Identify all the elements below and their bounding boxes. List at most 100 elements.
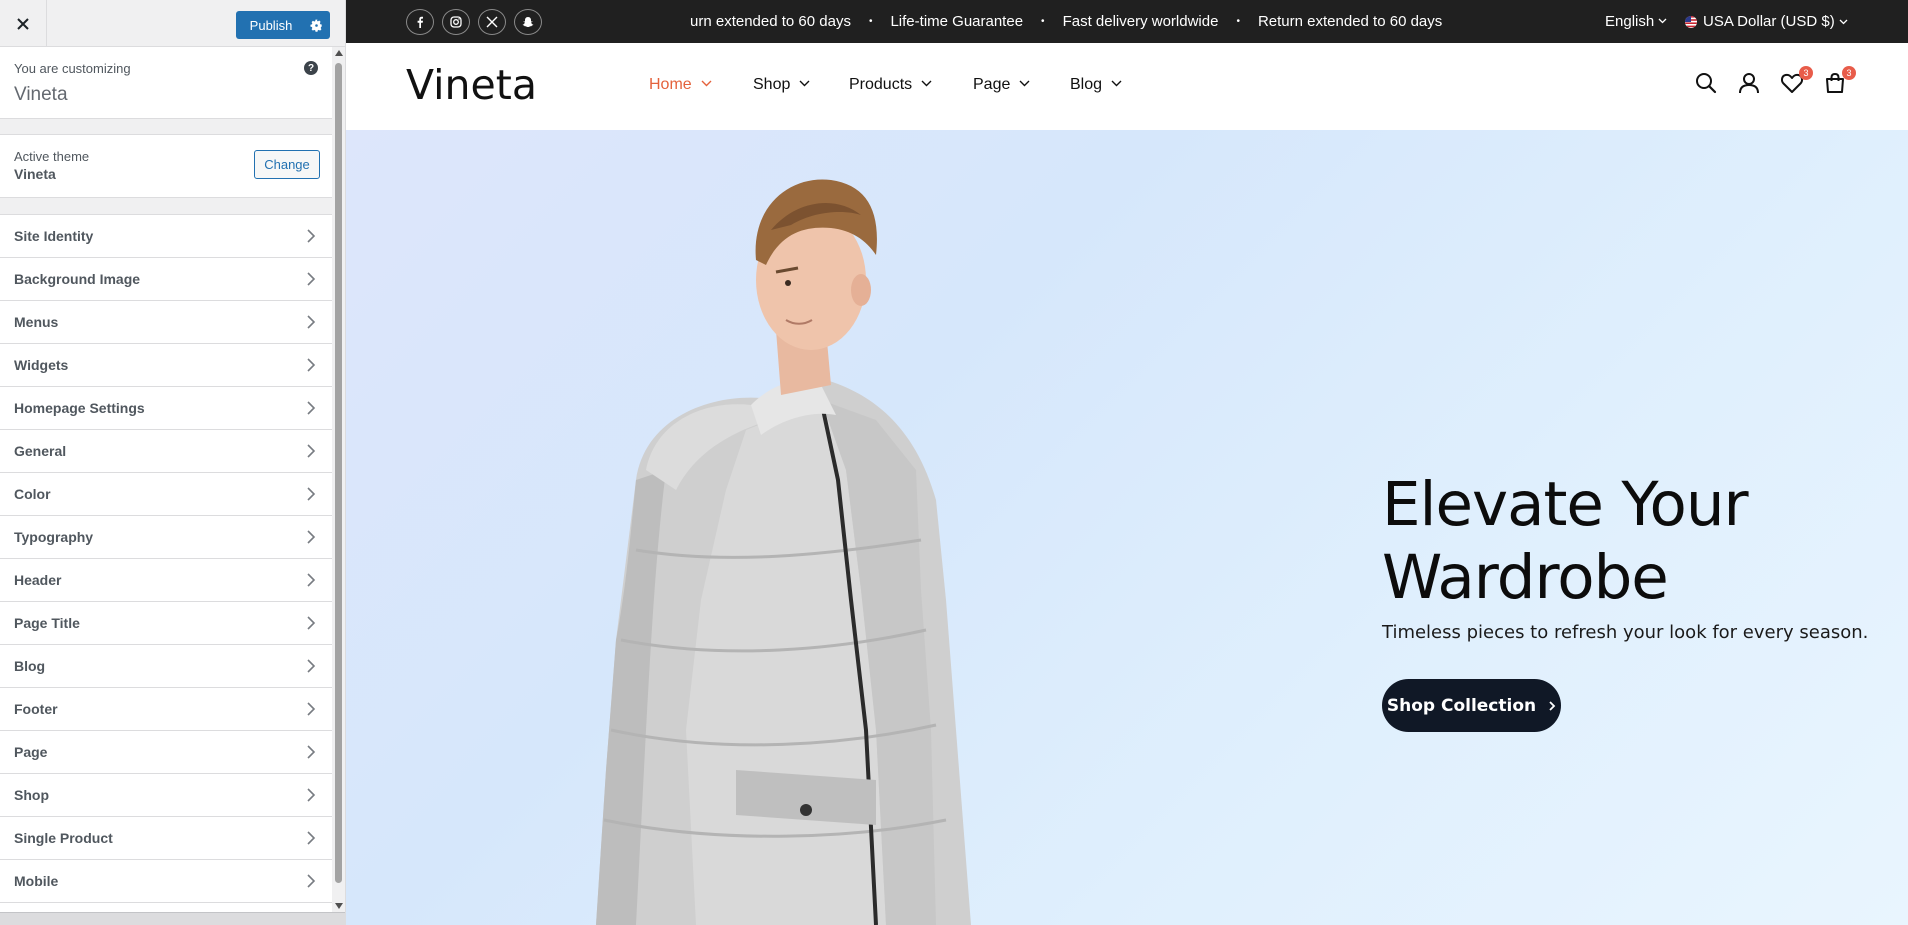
user-icon (1739, 73, 1759, 94)
section-widgets[interactable]: Widgets (0, 343, 332, 386)
chevron-down-icon (1839, 19, 1848, 24)
section-single-product[interactable]: Single Product (0, 816, 332, 859)
chevron-right-icon (307, 745, 316, 759)
facebook-link[interactable] (406, 9, 434, 35)
hero-banner: Elevate Your Wardrobe Timeless pieces to… (346, 130, 1908, 925)
marquee-dot: • (1041, 16, 1045, 27)
marquee-track: urn extended to 60 days • Life-time Guaran… (690, 13, 1442, 30)
site-header: Vineta Home Shop Products Page Blog 3 3 (346, 43, 1908, 130)
nav-label: Page (973, 76, 1011, 93)
publish-label: Publish (249, 17, 293, 33)
chevron-right-icon (307, 702, 316, 716)
marquee-item: urn extended to 60 days (690, 13, 851, 30)
chevron-right-icon (307, 401, 316, 415)
section-blog[interactable]: Blog (0, 644, 332, 687)
close-customizer-button[interactable] (0, 0, 47, 47)
section-label: Widgets (14, 357, 69, 373)
section-site-identity[interactable]: Site Identity (0, 214, 332, 257)
account-button[interactable] (1737, 71, 1763, 97)
scroll-up-icon[interactable] (335, 50, 343, 56)
x-icon (486, 16, 498, 28)
chevron-right-icon (307, 788, 316, 802)
customizer-footer (0, 912, 345, 925)
search-button[interactable] (1694, 71, 1720, 97)
cart-button[interactable]: 3 (1823, 66, 1856, 97)
section-typography[interactable]: Typography (0, 515, 332, 558)
hero-title: Elevate Your Wardrobe (1382, 468, 1749, 614)
facebook-icon (417, 16, 423, 28)
section-label: Blog (14, 658, 46, 674)
chevron-right-icon (307, 616, 316, 630)
chevron-right-icon (307, 444, 316, 458)
chevron-right-icon (307, 358, 316, 372)
publish-settings-button[interactable] (302, 11, 330, 39)
chevron-right-icon (307, 272, 316, 286)
change-theme-button[interactable]: Change (254, 150, 320, 179)
section-more[interactable] (0, 902, 332, 912)
nav-shop[interactable]: Shop (753, 76, 810, 94)
chevron-down-icon (701, 80, 712, 87)
section-header[interactable]: Header (0, 558, 332, 601)
chevron-down-icon (799, 80, 810, 87)
currency-label: USA Dollar (USD $) (1703, 13, 1835, 30)
section-footer[interactable]: Footer (0, 687, 332, 730)
section-homepage-settings[interactable]: Homepage Settings (0, 386, 332, 429)
section-label: Page (14, 744, 48, 760)
scrollbar-thumb[interactable] (335, 63, 342, 883)
snapchat-icon (522, 17, 534, 27)
hero-title-line: Wardrobe (1382, 542, 1669, 613)
close-icon (17, 17, 29, 30)
chevron-right-icon (307, 315, 316, 329)
section-page-title[interactable]: Page Title (0, 601, 332, 644)
nav-page[interactable]: Page (973, 76, 1030, 94)
search-icon (1696, 73, 1717, 94)
chevron-down-icon (921, 80, 932, 87)
section-label: General (14, 443, 67, 459)
section-label: Typography (14, 529, 94, 545)
shop-collection-button[interactable]: Shop Collection (1382, 679, 1561, 732)
sidebar-scrollbar[interactable] (332, 47, 345, 912)
scroll-down-icon[interactable] (335, 903, 343, 909)
instagram-link[interactable] (442, 9, 470, 35)
customizer-info: You are customizing Vineta ? (0, 47, 332, 119)
chevron-down-icon (1111, 80, 1122, 87)
snapchat-link[interactable] (514, 9, 542, 35)
help-icon[interactable]: ? (304, 61, 318, 75)
chevron-right-icon (307, 229, 316, 243)
section-label: Menus (14, 314, 59, 330)
wishlist-count-badge: 3 (1799, 66, 1813, 80)
nav-home[interactable]: Home (649, 76, 712, 94)
section-shop[interactable]: Shop (0, 773, 332, 816)
announcement-bar: urn extended to 60 days • Life-time Guaran… (346, 0, 1908, 43)
wishlist-button[interactable]: 3 (1780, 66, 1813, 97)
section-general[interactable]: General (0, 429, 332, 472)
section-color[interactable]: Color (0, 472, 332, 515)
currency-selector[interactable]: USA Dollar (USD $) (1684, 13, 1848, 30)
chevron-right-icon (307, 573, 316, 587)
cart-count-badge: 3 (1842, 66, 1856, 80)
section-page[interactable]: Page (0, 730, 332, 773)
nav-products[interactable]: Products (849, 76, 932, 94)
hero-title-line: Elevate Your (1382, 469, 1749, 540)
instagram-icon (450, 16, 462, 28)
section-menus[interactable]: Menus (0, 300, 332, 343)
language-selector[interactable]: English (1605, 13, 1667, 30)
x-link[interactable] (478, 9, 506, 35)
section-label: Color (14, 486, 51, 502)
chevron-right-icon (1549, 700, 1556, 711)
nav-label: Shop (753, 76, 791, 93)
chevron-right-icon (307, 659, 316, 673)
section-background-image[interactable]: Background Image (0, 257, 332, 300)
site-logo[interactable]: Vineta (406, 61, 537, 109)
active-theme-subtitle: Active theme (14, 149, 90, 164)
section-label: Homepage Settings (14, 400, 145, 416)
section-label: Footer (14, 701, 58, 717)
publish-button[interactable]: Publish (236, 11, 330, 39)
chevron-right-icon (307, 487, 316, 501)
chevron-down-icon (1019, 80, 1030, 87)
site-title: Vineta (14, 84, 68, 105)
active-theme-box: Active theme Vineta Change (0, 134, 332, 198)
nav-blog[interactable]: Blog (1070, 76, 1122, 94)
section-mobile[interactable]: Mobile (0, 859, 332, 902)
hero-model-image (596, 179, 971, 925)
